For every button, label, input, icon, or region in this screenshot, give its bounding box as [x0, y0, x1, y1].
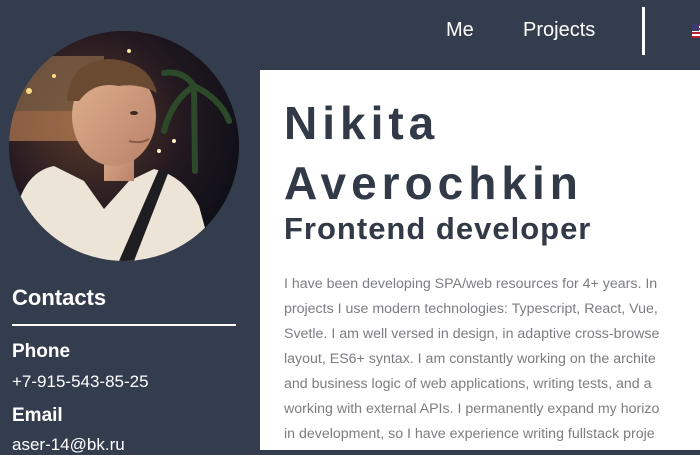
about-line: I have been developing SPA/web resources…	[284, 276, 658, 292]
about-line: and business logic of web applications, …	[284, 376, 652, 392]
nav-link-me[interactable]: Me	[446, 19, 474, 42]
profile-photo	[9, 31, 239, 261]
about-line: working with external APIs. I permanentl…	[284, 401, 660, 417]
last-name: Averochkin	[284, 157, 583, 209]
us-flag-icon[interactable]	[692, 24, 700, 38]
first-name: Nikita	[284, 97, 440, 149]
about-line: Svetle. I am well versed in design, in a…	[284, 326, 660, 342]
phone-label: Phone	[12, 341, 71, 362]
email-link[interactable]: aser-14@bk.ru	[12, 435, 125, 455]
about-line: layout, ES6+ syntax. I am constantly wor…	[284, 351, 656, 367]
contacts-divider	[12, 324, 236, 326]
nav-divider	[642, 7, 645, 55]
about-text: I have been developing SPA/web resources…	[284, 272, 659, 447]
sidebar: Contacts Phone +7-915-543-85-25 Email as…	[0, 0, 260, 454]
email-label: Email	[12, 405, 63, 426]
main-content: Nikita Averochkin Frontend developer I h…	[260, 70, 700, 450]
about-line: projects I use modern technologies: Type…	[284, 301, 658, 317]
job-title: Frontend developer	[284, 211, 592, 246]
nav-link-projects[interactable]: Projects	[523, 19, 595, 42]
about-line: in development, so I have experience wri…	[284, 426, 655, 442]
avatar	[9, 31, 239, 261]
contacts-title: Contacts	[12, 285, 107, 310]
phone-link[interactable]: +7-915-543-85-25	[12, 372, 149, 392]
